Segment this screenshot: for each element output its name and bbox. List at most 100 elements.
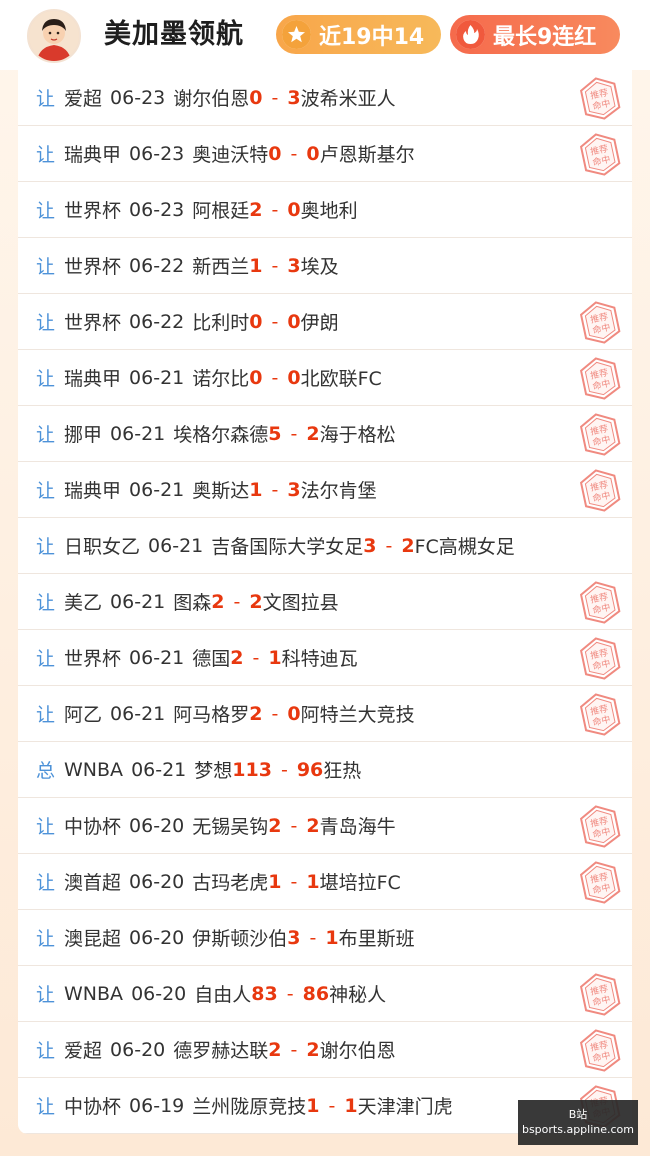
watermark-line1: B站 (568, 1108, 588, 1121)
match-row[interactable]: 让澳首超 06-20 古玛老虎 1-1 堪培拉FC 推荐 命中 (18, 854, 632, 910)
away-score: 3 (287, 254, 301, 277)
away-team: 伊朗 (300, 312, 339, 334)
away-score: 1 (306, 870, 320, 893)
score-separator: - (286, 982, 294, 1005)
home-team: 伊斯顿沙伯 (192, 928, 288, 950)
match-row[interactable]: 让世界杯 06-22 新西兰 1-3 埃及 (18, 238, 632, 294)
match-row[interactable]: 让瑞典甲 06-23 奥迪沃特 0-0 卢恩斯基尔 推荐 命中 (18, 126, 632, 182)
match-list: 让爱超 06-23 谢尔伯恩 0-3 波希米亚人 推荐 命中让瑞典甲 06-23 奥迪沃特 0-0… (18, 70, 632, 1134)
score-separator: - (290, 422, 298, 445)
home-team: 新西兰 (192, 256, 250, 278)
match-row[interactable]: 让爱超 06-23 谢尔伯恩 0-3 波希米亚人 推荐 命中 (18, 70, 632, 126)
bet-type-tag: 让 (36, 368, 56, 390)
bet-type-tag: 让 (36, 88, 56, 110)
match-date: 06-21 (110, 422, 166, 445)
league-name: 爱超 (64, 88, 103, 110)
score-separator: - (290, 1038, 298, 1061)
home-team: 德国 (192, 648, 231, 670)
avatar[interactable] (27, 9, 81, 63)
score-separator: - (328, 1094, 336, 1117)
away-team: 青岛海牛 (319, 816, 396, 838)
home-team: 图森 (173, 592, 212, 614)
match-row[interactable]: 让挪甲 06-21 埃格尔森德 5-2 海于格松 推荐 命中 (18, 406, 632, 462)
expert-record-page: 美加墨领航 近19中14 最长9连红 让爱超 06-23 谢尔伯恩 0-3 波希米亚人推… (0, 0, 650, 1156)
home-score: 1 (249, 478, 263, 501)
home-score: 3 (287, 926, 301, 949)
recent-record-label: 近19中14 (319, 24, 425, 50)
home-score: 83 (251, 982, 278, 1005)
home-score: 113 (232, 758, 272, 781)
match-date: 06-20 (131, 982, 187, 1005)
match-row[interactable]: 让日职女乙 06-21 吉备国际大学女足 3-2 FC高槻女足 (18, 518, 632, 574)
away-team: 海于格松 (319, 424, 396, 446)
away-score: 2 (249, 590, 263, 613)
score-separator: - (271, 86, 279, 109)
home-score: 0 (249, 366, 263, 389)
bet-type-tag: 让 (36, 928, 56, 950)
away-score: 0 (287, 702, 301, 725)
league-name: 日职女乙 (64, 536, 141, 558)
hit-stamp-icon: 推荐命中 (579, 133, 621, 176)
home-team: 梦想 (194, 760, 233, 782)
watermark: B站 bsports.appline.com (518, 1100, 638, 1145)
hit-stamp-icon: 推荐命中 (579, 469, 621, 512)
home-team: 无锡吴钩 (192, 816, 269, 838)
match-row[interactable]: 让阿乙 06-21 阿马格罗 2-0 阿特兰大竞技 推荐 命中 (18, 686, 632, 742)
recent-record-badge: 近19中14 (276, 15, 441, 54)
home-score: 1 (268, 870, 282, 893)
match-row[interactable]: 让瑞典甲 06-21 奥斯达 1-3 法尔肯堡 推荐 命中 (18, 462, 632, 518)
league-name: 世界杯 (64, 648, 122, 670)
score-separator: - (271, 366, 279, 389)
home-team: 比利时 (192, 312, 250, 334)
match-row[interactable]: 让澳昆超 06-20 伊斯顿沙伯 3-1 布里斯班 (18, 910, 632, 966)
match-date: 06-21 (110, 702, 166, 725)
match-row[interactable]: 让世界杯 06-21 德国 2-1 科特迪瓦 推荐 命中 (18, 630, 632, 686)
match-date: 06-22 (129, 310, 185, 333)
away-team: 奥地利 (300, 200, 358, 222)
hit-stamp-icon: 推荐命中 (579, 973, 621, 1016)
match-row[interactable]: 让世界杯 06-23 阿根廷 2-0 奥地利 (18, 182, 632, 238)
streak-badge: 最长9连红 (450, 15, 620, 54)
away-team: 北欧联FC (300, 368, 382, 390)
hit-stamp-icon: 推荐命中 (579, 301, 621, 344)
home-team: 埃格尔森德 (173, 424, 269, 446)
score-separator: - (290, 870, 298, 893)
home-score: 2 (249, 702, 263, 725)
league-name: WNBA (64, 982, 124, 1005)
match-row[interactable]: 总 WNBA 06-21 梦想 113-96 狂热 (18, 742, 632, 798)
match-row[interactable]: 让瑞典甲 06-21 诺尔比 0-0 北欧联FC 推荐 命中 (18, 350, 632, 406)
match-row[interactable]: 让爱超 06-20 德罗赫达联 2-2 谢尔伯恩 推荐 命中 (18, 1022, 632, 1078)
bet-type-tag: 让 (36, 424, 56, 446)
league-name: 世界杯 (64, 312, 122, 334)
expert-name: 美加墨领航 (104, 19, 244, 50)
bet-type-tag: 让 (36, 648, 56, 670)
expert-header: 美加墨领航 近19中14 最长9连红 (0, 0, 650, 70)
home-team: 奥斯达 (192, 480, 250, 502)
league-name: 中协杯 (64, 816, 122, 838)
hit-stamp-icon: 推荐命中 (579, 861, 621, 904)
league-name: 瑞典甲 (64, 480, 122, 502)
match-date: 06-21 (129, 366, 185, 389)
match-row[interactable]: 让 WNBA 06-20 自由人 83-86 神秘人 推荐 命中 (18, 966, 632, 1022)
match-date: 06-23 (129, 142, 185, 165)
bet-type-tag: 让 (36, 200, 56, 222)
away-score: 96 (296, 758, 324, 781)
match-date: 06-20 (110, 1038, 166, 1061)
away-score: 3 (287, 478, 301, 501)
away-team: 阿特兰大竞技 (300, 704, 415, 726)
league-name: 瑞典甲 (64, 144, 122, 166)
match-date: 06-21 (131, 758, 187, 781)
score-separator: - (385, 534, 393, 557)
bet-type-tag: 让 (36, 1040, 56, 1062)
league-name: 世界杯 (64, 256, 122, 278)
score-separator: - (271, 198, 279, 221)
match-row[interactable]: 让中协杯 06-20 无锡吴钩 2-2 青岛海牛 推荐 命中 (18, 798, 632, 854)
home-team: 吉备国际大学女足 (211, 536, 364, 558)
away-score: 1 (268, 646, 282, 669)
away-score: 0 (287, 310, 301, 333)
match-date: 06-20 (129, 814, 185, 837)
away-team: 埃及 (300, 256, 339, 278)
match-row[interactable]: 让美乙 06-21 图森 2-2 文图拉县 推荐 命中 (18, 574, 632, 630)
match-row[interactable]: 让世界杯 06-22 比利时 0-0 伊朗 推荐 命中 (18, 294, 632, 350)
streak-label: 最长9连红 (493, 24, 597, 50)
